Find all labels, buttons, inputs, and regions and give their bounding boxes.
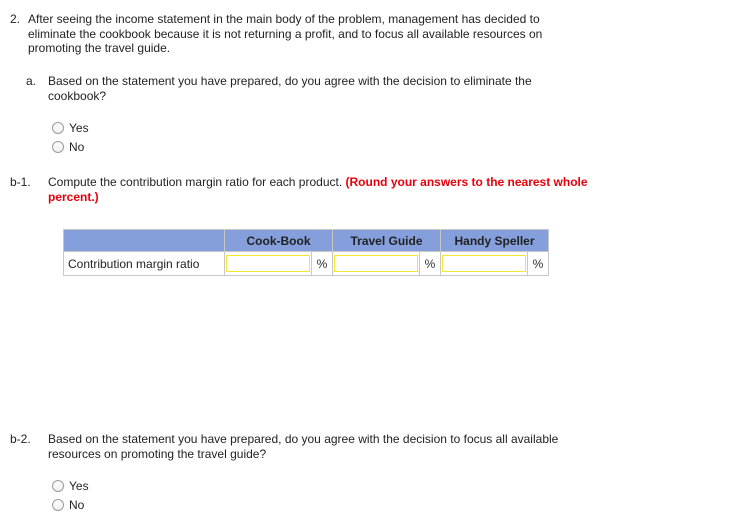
cook-book-cm-ratio-input[interactable] [226, 255, 310, 272]
option-label[interactable]: No [69, 140, 84, 154]
question-number: 2. [10, 12, 21, 26]
column-header-cook-book: Cook-Book [224, 229, 333, 252]
cook-book-cell [224, 251, 312, 276]
travel-guide-cell [332, 251, 420, 276]
part-a-text-line: Based on the statement you have prepared… [48, 74, 532, 88]
part-a-option-no[interactable]: No [52, 138, 84, 156]
radio-button[interactable] [52, 122, 64, 134]
part-b2-text-line: resources on promoting the travel guide? [48, 446, 267, 461]
table-row: Contribution margin ratio % % % [63, 251, 549, 276]
part-b2-option-no[interactable]: No [52, 496, 84, 514]
part-a-option-yes[interactable]: Yes [52, 119, 89, 137]
percent-sign: % [419, 251, 441, 276]
rounding-instruction-continued: percent.) [48, 189, 99, 204]
option-label[interactable]: Yes [69, 479, 89, 493]
percent-sign: % [527, 251, 549, 276]
question-text-line: promoting the travel guide. [28, 41, 171, 55]
percent-sign: % [311, 251, 333, 276]
radio-button[interactable] [52, 141, 64, 153]
column-header-travel-guide: Travel Guide [332, 229, 441, 252]
part-a-text-line: cookbook? [48, 88, 107, 103]
option-label[interactable]: Yes [69, 121, 89, 135]
part-a-question: a. Based on the statement you have prepa… [26, 74, 716, 104]
travel-guide-cm-ratio-input[interactable] [334, 255, 418, 272]
table-header-empty [63, 229, 225, 252]
part-b2-option-yes[interactable]: Yes [52, 477, 89, 495]
part-a-label: a. [26, 74, 37, 88]
part-b2-text: Based on the statement you have prepared… [48, 432, 558, 461]
question-text: After seeing the income statement in the… [28, 12, 542, 56]
row-label: Contribution margin ratio [63, 251, 225, 276]
question-text-line: After seeing the income statement in the… [28, 12, 540, 26]
handy-speller-cell [440, 251, 528, 276]
column-header-handy-speller: Handy Speller [440, 229, 549, 252]
option-label[interactable]: No [69, 498, 84, 512]
part-b2-question: b-2. Based on the statement you have pre… [10, 432, 710, 462]
part-b2-label: b-2. [10, 432, 31, 446]
question-2: 2. After seeing the income statement in … [10, 12, 710, 57]
part-b1-question: b-1. Compute the contribution margin rat… [10, 175, 710, 205]
question-text-line: eliminate the cookbook because it is not… [28, 26, 543, 41]
contribution-margin-table: Cook-Book Travel Guide Handy Speller Con… [63, 229, 549, 276]
part-b2-text-line: Based on the statement you have prepared… [48, 432, 559, 446]
part-b1-text: Compute the contribution margin ratio fo… [48, 175, 588, 204]
part-b1-label: b-1. [10, 175, 31, 189]
radio-button[interactable] [52, 480, 64, 492]
part-a-text: Based on the statement you have prepared… [48, 74, 532, 103]
table-header-row: Cook-Book Travel Guide Handy Speller [63, 229, 549, 252]
radio-button[interactable] [52, 499, 64, 511]
part-b1-text-line: Compute the contribution margin ratio fo… [48, 175, 343, 189]
handy-speller-cm-ratio-input[interactable] [442, 255, 526, 272]
rounding-instruction: (Round your answers to the nearest whole [345, 175, 588, 189]
